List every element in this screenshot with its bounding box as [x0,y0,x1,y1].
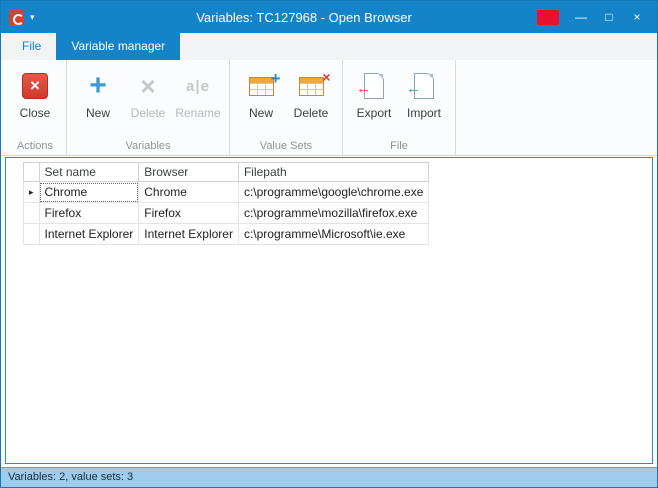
grid-header-row: Set name Browser Filepath [24,163,429,182]
import-label: Import [407,106,441,120]
variables-panel: Set name Browser Filepath ▸ Chrome Chrom… [5,157,653,464]
import-button[interactable]: ← Import [399,65,449,120]
ribbon: × Close Actions + New × Delete a|e Renam… [1,60,657,156]
export-document-icon: ← [364,73,384,99]
ribbon-group-file: ← Export ← Import File [343,60,456,155]
export-button[interactable]: ← Export [349,65,399,120]
ribbon-group-value-sets: + New × Delete Value Sets [230,60,343,155]
grid-row-firefox[interactable]: Firefox Firefox c:\programme\mozilla\fir… [24,203,429,224]
table-delete-icon: × [299,77,324,96]
tab-file[interactable]: File [7,33,56,60]
group-caption-file: File [343,140,455,152]
cell-filepath[interactable]: c:\programme\google\chrome.exe [238,182,428,203]
delete-x-icon: × [140,72,155,100]
window-controls: — □ × [537,6,657,28]
table-new-icon: + [249,77,274,96]
variables-grid: Set name Browser Filepath ▸ Chrome Chrom… [23,162,429,245]
column-header-set-name[interactable]: Set name [39,163,139,182]
import-arrow-icon: ← [406,80,421,97]
focused-row-arrow-icon: ▸ [29,187,34,197]
quick-access-chevron-icon[interactable]: ▾ [30,12,35,22]
export-label: Export [357,106,392,120]
cell-filepath[interactable]: c:\programme\mozilla\firefox.exe [238,203,428,224]
delete-value-set-label: Delete [294,106,329,120]
cell-browser[interactable]: Chrome [139,182,239,203]
maximize-button[interactable]: □ [595,6,623,28]
title-bar: ▾ Variables: TC127968 - Open Browser — □… [1,1,657,33]
close-red-icon: × [22,73,48,99]
rename-variable-label: Rename [175,106,220,120]
status-bar: Variables: 2, value sets: 3 [1,467,657,487]
title-bar-left: ▾ [1,10,71,25]
ribbon-group-actions: × Close Actions [4,60,67,155]
cell-set-name[interactable]: Internet Explorer [39,224,139,245]
cell-browser[interactable]: Internet Explorer [139,224,239,245]
delete-variable-label: Delete [131,106,166,120]
delete-value-set-button[interactable]: × Delete [286,65,336,120]
window-title: Variables: TC127968 - Open Browser [71,10,537,25]
close-button[interactable]: × Close [10,65,60,120]
plus-badge-icon: + [271,69,281,89]
row-indicator-cell[interactable]: ▸ [24,182,40,203]
ribbon-group-variables: + New × Delete a|e Rename Variables [67,60,230,155]
minimize-button[interactable]: — [567,6,595,28]
titlebar-red-button[interactable] [537,10,559,25]
group-caption-value-sets: Value Sets [230,140,342,152]
import-document-icon: ← [414,73,434,99]
cell-browser[interactable]: Firefox [139,203,239,224]
row-indicator-cell[interactable] [24,203,40,224]
delete-badge-icon: × [322,69,330,85]
column-header-filepath[interactable]: Filepath [238,163,428,182]
cell-set-name[interactable]: Chrome [39,182,139,203]
app-icon[interactable] [9,10,24,25]
close-window-button[interactable]: × [623,6,651,28]
cell-filepath[interactable]: c:\programme\Microsoft\ie.exe [238,224,428,245]
cell-set-name[interactable]: Firefox [39,203,139,224]
column-header-browser[interactable]: Browser [139,163,239,182]
row-indicator-cell[interactable] [24,224,40,245]
row-indicator-header [24,163,40,182]
grid-row-chrome[interactable]: ▸ Chrome Chrome c:\programme\google\chro… [24,182,429,203]
grid-row-internet-explorer[interactable]: Internet Explorer Internet Explorer c:\p… [24,224,429,245]
new-variable-label: New [86,106,110,120]
new-variable-button[interactable]: + New [73,65,123,120]
app-window: ▾ Variables: TC127968 - Open Browser — □… [0,0,658,488]
ribbon-tab-bar: File Variable manager [1,33,657,60]
plus-icon: + [89,71,107,101]
rename-icon: a|e [186,78,210,95]
rename-variable-button[interactable]: a|e Rename [173,65,223,120]
new-value-set-button[interactable]: + New [236,65,286,120]
export-arrow-icon: ← [356,80,371,97]
close-button-label: Close [20,106,51,120]
group-caption-actions: Actions [4,140,66,152]
new-value-set-label: New [249,106,273,120]
delete-variable-button[interactable]: × Delete [123,65,173,120]
tab-variable-manager[interactable]: Variable manager [56,33,180,60]
group-caption-variables: Variables [67,140,229,152]
status-text: Variables: 2, value sets: 3 [8,471,133,483]
